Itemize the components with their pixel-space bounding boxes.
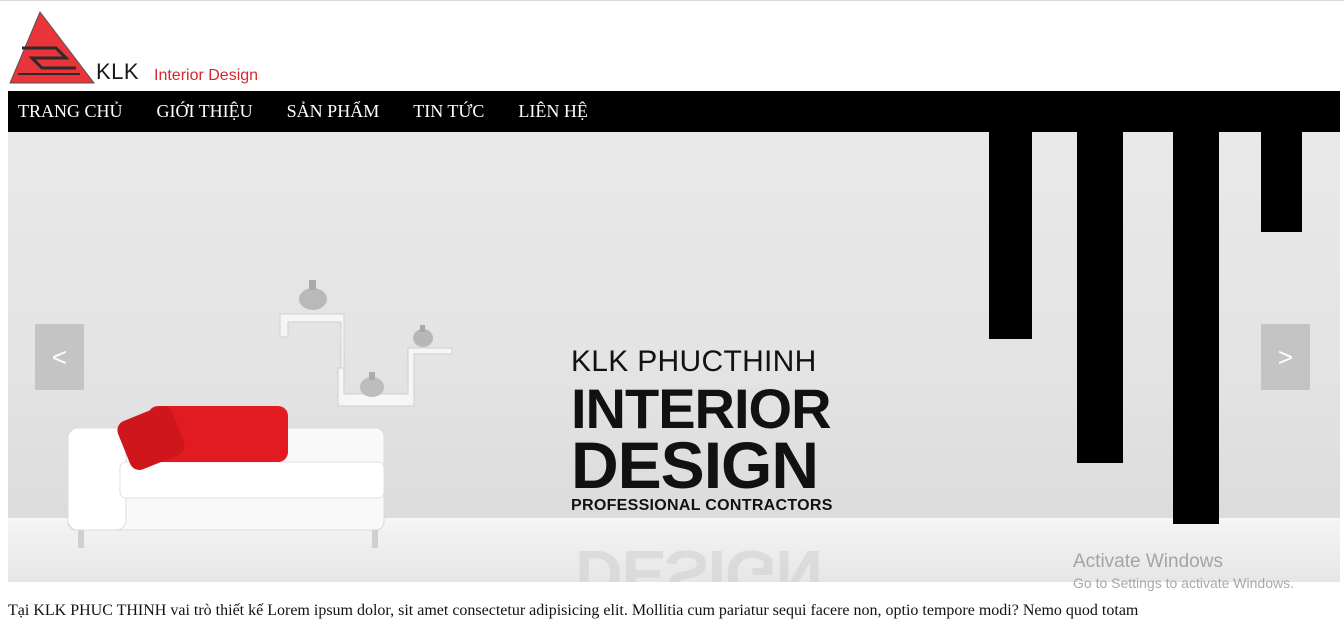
chevron-left-icon: < [51, 341, 68, 372]
slide-line-tagline: PROFESSIONAL CONTRACTORS [571, 497, 833, 514]
nav-item-contact[interactable]: LIÊN HỆ [518, 101, 587, 122]
decor-stripe [1173, 132, 1219, 524]
decor-stripe [1261, 132, 1302, 232]
main-nav: TRANG CHỦ GIỚI THIỆU SẢN PHẨM TIN TỨC LI… [8, 91, 1340, 132]
nav-item-about[interactable]: GIỚI THIỆU [157, 101, 253, 122]
site-logo[interactable]: KLK Interior Design [8, 10, 268, 86]
slider-next-button[interactable]: > [1261, 324, 1310, 390]
logo-brand-name: KLK [96, 59, 140, 84]
decor-stripe [989, 132, 1032, 339]
slide-headline-reflection: PROFESSIONAL CONTRACTORS DESIGN [575, 537, 855, 582]
slide-line-company: KLK PHUCTHINH [571, 345, 817, 378]
watermark-subtitle: Go to Settings to activate Windows. [1073, 575, 1294, 591]
watermark-title: Activate Windows [1073, 551, 1223, 572]
decor-stripe [1077, 132, 1123, 463]
nav-item-news[interactable]: TIN TỨC [413, 101, 484, 122]
reflection-design: DESIGN [575, 537, 823, 582]
chevron-right-icon: > [1277, 341, 1294, 372]
nav-item-products[interactable]: SẢN PHẨM [287, 101, 380, 122]
hero-slider: KLK PHUCTHINH INTERIOR DESIGN PROFESSION… [8, 132, 1340, 582]
intro-paragraph: Tại KLK PHUC THINH vai trò thiết kế Lore… [8, 602, 1139, 619]
slide-headline: KLK PHUCTHINH INTERIOR DESIGN PROFESSION… [571, 345, 861, 515]
logo-tagline: Interior Design [154, 67, 259, 84]
windows-activation-watermark: Activate Windows Go to Settings to activ… [1073, 551, 1294, 591]
slide-line-design: DESIGN [571, 428, 819, 502]
slider-prev-button[interactable]: < [35, 324, 84, 390]
klk-triangle-logo-icon [9, 11, 96, 84]
top-border [0, 0, 1344, 1]
nav-item-home[interactable]: TRANG CHỦ [18, 101, 123, 122]
